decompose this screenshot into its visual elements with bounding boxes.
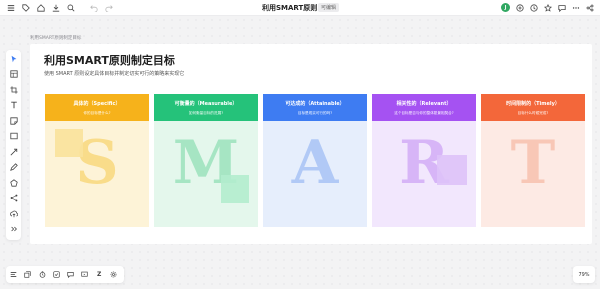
text-tool-icon[interactable]	[9, 101, 19, 110]
smart-column-attainable[interactable]: 可达成的（Attainable） 目标是现实可行的吗? A	[263, 94, 367, 227]
letter-t: T	[510, 128, 556, 198]
comment-icon[interactable]	[557, 3, 566, 12]
column-question: 目标什么时候完成?	[517, 110, 549, 115]
share-icon[interactable]	[585, 3, 594, 12]
edit-status-badge: 可编辑	[318, 3, 340, 12]
column-header: 可衡量的（Measurable） 如何衡量目标的进展?	[154, 94, 258, 121]
outline-icon[interactable]	[10, 270, 17, 279]
star-icon[interactable]	[543, 3, 552, 12]
add-collaborator-icon[interactable]	[515, 3, 524, 12]
column-body: R	[372, 121, 476, 227]
mindmap-icon[interactable]	[9, 194, 19, 203]
more-icon[interactable]	[571, 3, 580, 12]
column-title: 可衡量的（Measurable）	[174, 100, 238, 107]
tag-icon[interactable]	[21, 3, 30, 12]
page-title: 利用SMART原则制定目标	[44, 54, 175, 67]
sticky-note[interactable]	[55, 129, 83, 157]
left-toolbar	[6, 50, 21, 240]
present-icon[interactable]	[81, 270, 89, 279]
column-question: 你的目标是什么?	[83, 110, 111, 115]
zoom-level[interactable]: 79%	[573, 266, 595, 283]
sticky-note[interactable]	[221, 175, 249, 203]
crop-frame-icon[interactable]	[9, 85, 19, 94]
document-title[interactable]: 利用SMART原则...	[262, 3, 325, 13]
smart-column-timely[interactable]: 时间限制的（Timely） 目标什么时候完成? T	[481, 94, 585, 227]
column-body: A	[263, 121, 367, 227]
home-icon[interactable]	[36, 3, 45, 12]
top-bar: 利用SMART原则... 可编辑 J	[0, 0, 600, 16]
column-question: 如何衡量目标的进展?	[188, 110, 224, 115]
sticky-note[interactable]	[437, 155, 467, 185]
search-icon[interactable]	[66, 3, 75, 12]
column-header: 可达成的（Attainable） 目标是现实可行的吗?	[263, 94, 367, 121]
smart-column-specific[interactable]: 具体的（Specific） 你的目标是什么? S	[45, 94, 149, 227]
menu-icon[interactable]	[6, 3, 15, 12]
pen-icon[interactable]	[9, 163, 19, 172]
column-body: M	[154, 121, 258, 227]
chat-icon[interactable]	[67, 270, 74, 279]
redo-icon[interactable]	[104, 3, 113, 12]
column-question: 目标是现实可行的吗?	[297, 110, 333, 115]
vote-icon[interactable]	[53, 270, 60, 279]
column-header: 具体的（Specific） 你的目标是什么?	[45, 94, 149, 121]
avatar[interactable]: J	[501, 3, 510, 12]
sticky-note-icon[interactable]	[9, 116, 19, 125]
copy-icon[interactable]	[24, 270, 32, 279]
cursor-icon[interactable]	[9, 54, 19, 63]
shape-icon[interactable]	[9, 178, 19, 187]
breadcrumb[interactable]: 利用SMART原则制定目标	[30, 35, 81, 41]
column-title: 可达成的（Attainable）	[285, 100, 345, 107]
frame-icon[interactable]	[9, 70, 19, 79]
smart-column-measurable[interactable]: 可衡量的（Measurable） 如何衡量目标的进展? M	[154, 94, 258, 227]
page-subtitle: 使用 SMART 原则设定具体目标并制定切实可行的策略来实现它	[44, 71, 185, 77]
upload-icon[interactable]	[9, 209, 19, 218]
timer-icon[interactable]	[39, 270, 46, 279]
history-icon[interactable]	[529, 3, 538, 12]
sort-z-icon[interactable]: Z	[96, 270, 103, 279]
column-question: 这个目标是否与你的整体愿景相契合?	[394, 110, 454, 115]
settings-icon[interactable]	[110, 270, 117, 279]
undo-icon[interactable]	[89, 3, 98, 12]
column-title: 相关性的（Relevant）	[396, 100, 452, 107]
column-body: T	[481, 121, 585, 227]
column-header: 时间限制的（Timely） 目标什么时候完成?	[481, 94, 585, 121]
more-tools-icon[interactable]	[9, 225, 19, 234]
z-label: Z	[96, 271, 102, 278]
smart-column-relevant[interactable]: 相关性的（Relevant） 这个目标是否与你的整体愿景相契合? R	[372, 94, 476, 227]
letter-a: A	[291, 128, 339, 198]
line-arrow-icon[interactable]	[9, 147, 19, 156]
column-header: 相关性的（Relevant） 这个目标是否与你的整体愿景相契合?	[372, 94, 476, 121]
download-icon[interactable]	[51, 3, 60, 12]
column-title: 时间限制的（Timely）	[506, 100, 560, 107]
column-title: 具体的（Specific）	[73, 100, 121, 107]
column-body: S	[45, 121, 149, 227]
bottom-toolbar: Z	[6, 266, 124, 283]
rectangle-icon[interactable]	[9, 132, 19, 141]
